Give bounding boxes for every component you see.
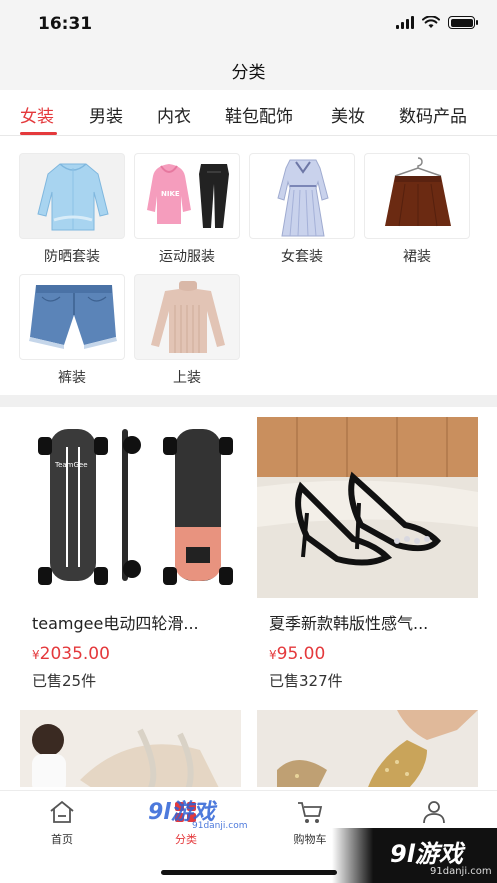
hoodie-and-joggers-icon: NIKE (134, 153, 240, 239)
tabbar-cart[interactable]: 购物车 (280, 799, 340, 847)
clear-strap-sandals-icon (20, 710, 241, 787)
cart-icon (298, 802, 323, 823)
subcategory-sun-protection[interactable]: 防晒套装 (19, 153, 125, 266)
subcategory-label: 裙装 (403, 249, 431, 265)
watermark-corner: 9l游戏 91danji.com (332, 828, 497, 883)
product-title: teamgee电动四轮滑... (32, 614, 199, 633)
product-sold-count: 已售25件 (32, 672, 97, 690)
category-tabs: 女装 男装 内衣 鞋包配饰 美妆 数码产品 (0, 90, 497, 136)
subcategory-tops[interactable]: 上装 (134, 274, 240, 387)
tab-underwear[interactable]: 内衣 (157, 102, 191, 127)
glitter-heels-icon (257, 710, 478, 787)
watermark-logo: 9l游戏 91danji.com (148, 800, 248, 831)
svg-text:NIKE: NIKE (161, 190, 180, 198)
battery-icon (448, 16, 478, 29)
product-card[interactable]: 夏季新款韩版性感气... ¥95.00 已售327件 (257, 417, 478, 691)
svg-text:TeamGee: TeamGee (54, 461, 88, 469)
status-time: 16:31 (38, 14, 93, 34)
page-title: 分类 (231, 62, 266, 83)
subcategory-skirts[interactable]: 裙装 (364, 153, 470, 266)
subcategory-womens-suits[interactable]: 女套装 (249, 153, 355, 266)
black-heeled-sandals-icon (257, 417, 478, 598)
brown-skirt-on-hanger-icon (364, 153, 470, 239)
tab-shoes-bags[interactable]: 鞋包配饰 (225, 102, 293, 127)
product-price: ¥95.00 (269, 644, 326, 664)
tab-women[interactable]: 女装 (20, 102, 54, 127)
active-tab-indicator (20, 132, 57, 135)
tabbar-profile[interactable] (404, 799, 464, 831)
tab-men[interactable]: 男装 (89, 102, 123, 127)
product-title: 夏季新款韩版性感气... (269, 614, 429, 633)
user-icon (423, 801, 445, 824)
product-card[interactable] (257, 710, 478, 787)
product-price: ¥2035.00 (32, 644, 110, 664)
tabbar-label: 购物车 (293, 833, 327, 846)
subcategory-sportswear[interactable]: NIKE 运动服装 (134, 153, 240, 266)
status-icons (396, 16, 478, 29)
subcategory-label: 裤装 (58, 370, 86, 386)
electric-skateboard-icon: TeamGee (20, 417, 241, 598)
subcategory-label: 女套装 (281, 249, 323, 265)
subcategory-label: 上装 (173, 370, 201, 386)
subcategory-pants[interactable]: 裤装 (19, 274, 125, 387)
subcategory-grid: 防晒套装 NIKE 运动服装 女套装 裙装 裤装 上装 (0, 137, 497, 395)
subcategory-label: 防晒套装 (44, 249, 100, 265)
knit-sweater-icon (134, 274, 240, 360)
nav-bar: 分类 (0, 50, 497, 90)
home-icon (50, 800, 74, 823)
wifi-icon (422, 16, 440, 28)
status-bar: 16:31 (0, 0, 497, 50)
denim-shorts-icon (19, 274, 125, 360)
home-indicator (161, 870, 337, 875)
product-card[interactable]: TeamGee teamgee电动四轮滑... ¥2035.00 已售25件 (20, 417, 241, 691)
tabbar-home[interactable]: 首页 (32, 799, 92, 847)
tab-makeup[interactable]: 美妆 (331, 102, 365, 127)
signal-icon (396, 16, 414, 29)
striped-dress-icon (249, 153, 355, 239)
product-grid: TeamGee teamgee电动四轮滑... ¥2035.00 已售25件 夏… (0, 407, 497, 787)
subcategory-label: 运动服装 (159, 249, 215, 265)
product-card[interactable] (20, 710, 241, 787)
tab-digital[interactable]: 数码产品 (399, 102, 467, 127)
tabbar-label: 首页 (51, 833, 73, 846)
product-sold-count: 已售327件 (269, 672, 343, 690)
section-divider (0, 395, 497, 407)
sun-protection-jacket-icon (19, 153, 125, 239)
